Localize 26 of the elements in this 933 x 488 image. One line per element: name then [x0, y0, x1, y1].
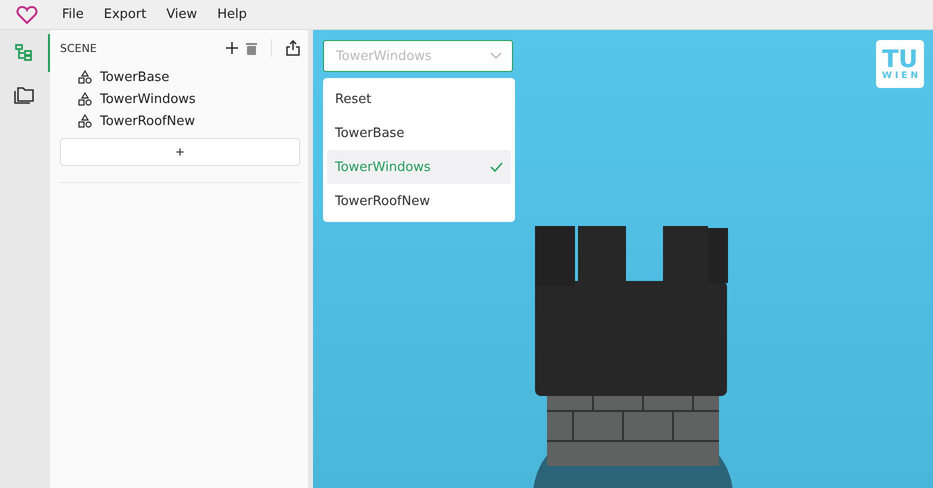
shapes-icon	[78, 114, 92, 128]
menu-item[interactable]: View	[156, 7, 208, 22]
shapes-icon	[78, 70, 92, 84]
tree-icon	[14, 43, 34, 63]
logo-subtext: WIEN	[882, 71, 921, 81]
panel-title: SCENE	[60, 42, 98, 54]
scene-item[interactable]: TowerBase	[100, 70, 170, 84]
add-button[interactable]: +	[60, 138, 300, 166]
object-select[interactable]: TowerWindows	[323, 40, 513, 72]
dropdown-option[interactable]: Reset	[327, 82, 511, 116]
shapes-icon	[78, 92, 92, 106]
dropdown-option[interactable]: TowerRoofNew	[327, 184, 511, 218]
menu-item[interactable]: File	[52, 7, 94, 22]
logo-text: TU	[882, 47, 918, 71]
trash-icon[interactable]	[246, 42, 257, 54]
check-icon	[490, 162, 503, 172]
scene-item[interactable]: TowerRoofNew	[100, 114, 195, 128]
add-icon[interactable]	[226, 42, 238, 54]
chevron-down-icon	[490, 52, 502, 60]
menu-item[interactable]: Export	[94, 7, 156, 22]
folders-icon	[13, 85, 35, 105]
scene-item[interactable]: TowerWindows	[100, 92, 196, 106]
menu-item[interactable]: Help	[207, 7, 257, 22]
app-logo-icon	[16, 4, 38, 24]
dropdown-option[interactable]: TowerBase	[327, 116, 511, 150]
share-icon[interactable]	[286, 40, 300, 56]
